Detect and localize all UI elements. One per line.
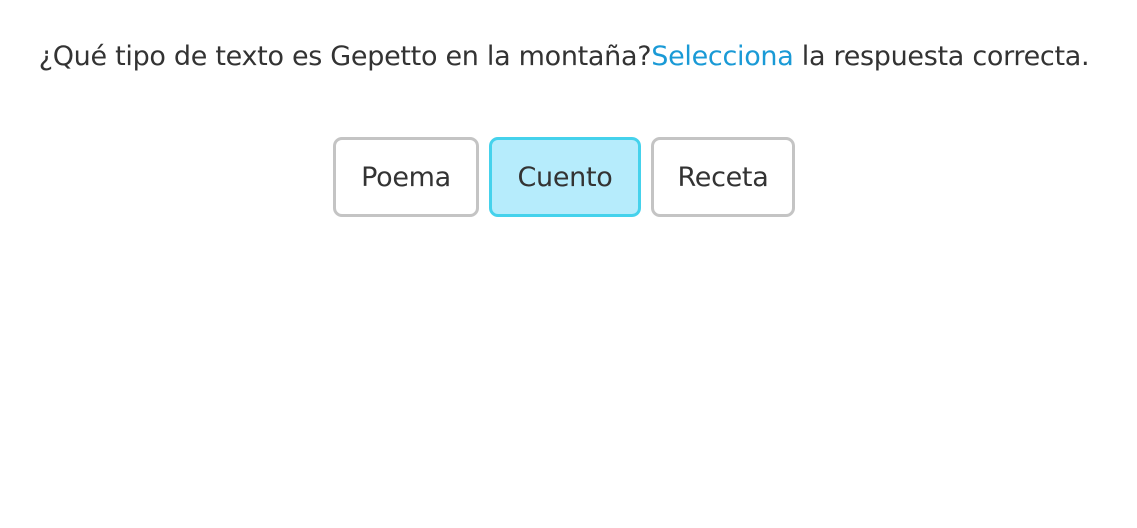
option-receta-button[interactable]: Receta bbox=[651, 137, 795, 217]
option-poema-button[interactable]: Poema bbox=[333, 137, 479, 217]
option-cuento-button[interactable]: Cuento bbox=[489, 137, 641, 217]
answer-options: Poema Cuento Receta bbox=[333, 137, 795, 217]
question-text: ¿Qué tipo de texto es Gepetto en la mont… bbox=[38, 41, 652, 72]
instruction-text: la respuesta correcta. bbox=[793, 41, 1090, 72]
question-prompt: ¿Qué tipo de texto es Gepetto en la mont… bbox=[0, 38, 1128, 76]
select-instruction-link: Selecciona bbox=[651, 41, 794, 72]
